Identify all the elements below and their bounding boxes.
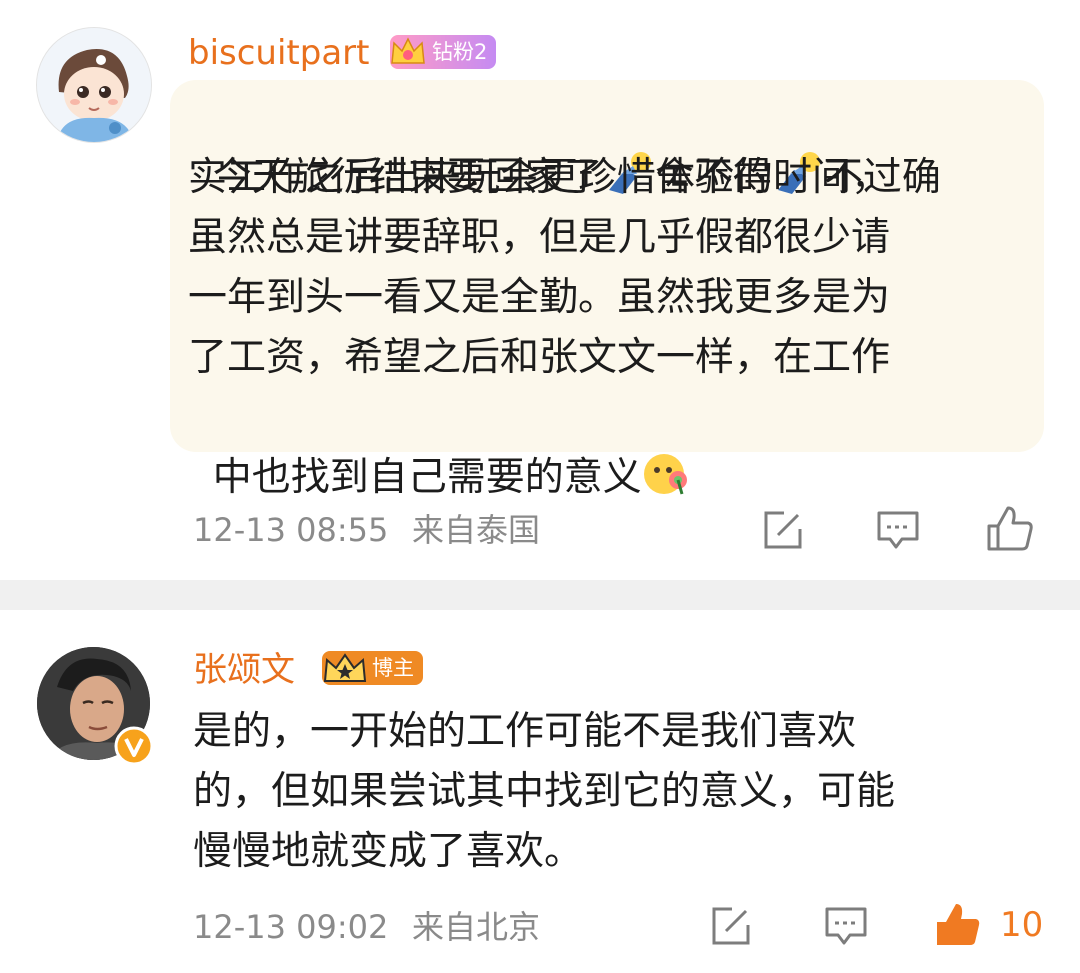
like-icon[interactable] (986, 504, 1034, 552)
location: 来自北京 (412, 908, 541, 946)
timestamp: 12-13 09:02 (193, 908, 389, 946)
pinwheel-emoji (643, 454, 687, 495)
comment-icon[interactable] (876, 509, 920, 551)
fan-badge[interactable]: 钻粉2 (390, 35, 497, 69)
comment-line: 一年到头一看又是全勤。虽然我更多是为 (188, 275, 891, 320)
verified-icon (114, 726, 154, 766)
crown-badge-icon (323, 653, 367, 682)
avatar-biscuitpart[interactable] (36, 27, 152, 143)
comment-line: 虽然总是讲要辞职，但是几乎假都很少请 (188, 215, 891, 260)
badge-label: 博主 (372, 656, 414, 680)
comment-line: 慢慢地就变成了喜欢。 (193, 829, 584, 874)
username[interactable]: 张颂文 (193, 650, 295, 690)
comment-text-segment: 中也找到自己需要的意义 (212, 455, 642, 500)
comment-line: 的，但如果尝试其中找到它的意义，可能 (193, 769, 896, 814)
edit-icon[interactable] (710, 905, 752, 947)
location: 来自泰国 (412, 511, 541, 549)
comment-line: 中也找到自己需要的意义 (188, 388, 692, 508)
edit-icon[interactable] (762, 509, 804, 551)
timestamp: 12-13 08:55 (193, 511, 389, 549)
crown-badge-icon (391, 37, 425, 64)
username[interactable]: biscuitpart (188, 33, 370, 73)
blogger-badge[interactable]: 博主 (322, 651, 423, 685)
section-divider (0, 580, 1080, 610)
comment-line: 了工资，希望之后和张文文一样，在工作 (188, 335, 891, 380)
comment-line: 实工作之后出来玩会更珍惜体验的时间， (188, 155, 891, 200)
like-count: 10 (1000, 905, 1044, 945)
comment-icon[interactable] (824, 905, 868, 947)
comment-line: 是的，一开始的工作可能不是我们喜欢 (193, 709, 857, 754)
badge-label: 钻粉2 (432, 40, 488, 64)
cartoon-avatar-icon (37, 28, 151, 142)
liked-icon[interactable] (934, 900, 982, 948)
